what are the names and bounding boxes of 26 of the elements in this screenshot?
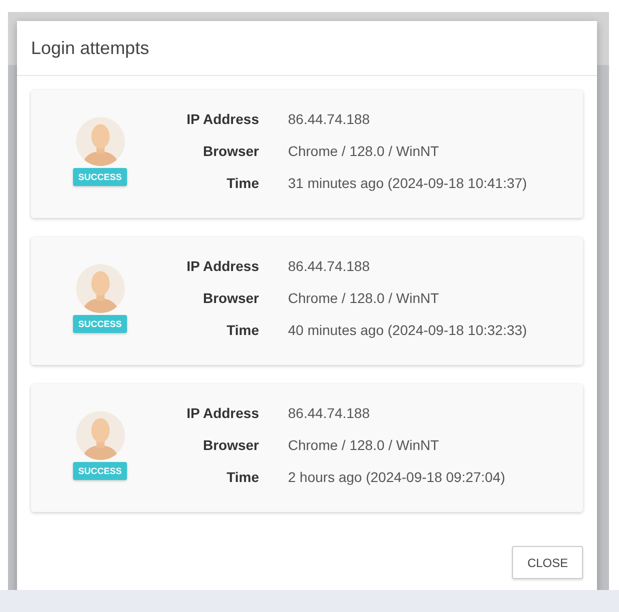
- status-badge: SUCCESS: [73, 168, 127, 186]
- field-value: Chrome / 128.0 / WinNT: [288, 143, 440, 159]
- field-label: IP Address: [186, 405, 259, 421]
- close-button[interactable]: CLOSE: [512, 546, 583, 579]
- field-value: 2 hours ago (2024-09-18 09:27:04): [288, 469, 506, 485]
- avatar-icon: [76, 410, 124, 460]
- avatar-icon: [76, 116, 124, 166]
- status-badge: SUCCESS: [73, 462, 127, 480]
- status-badge: SUCCESS: [73, 314, 127, 332]
- field-value: 86.44.74.188: [288, 405, 371, 421]
- field-value: 40 minutes ago (2024-09-18 10:32:33): [288, 322, 527, 338]
- field-value: 86.44.74.188: [288, 111, 371, 127]
- field-value: Chrome / 128.0 / WinNT: [288, 437, 440, 453]
- field-value: 31 minutes ago (2024-09-18 10:41:37): [288, 175, 527, 191]
- field-label: Browser: [202, 143, 259, 159]
- field-label: IP Address: [186, 258, 259, 274]
- dialog-title: Login attempts: [31, 38, 150, 58]
- field-value: 86.44.74.188: [288, 258, 371, 274]
- field-label: Time: [226, 469, 259, 485]
- field-label: Browser: [202, 437, 259, 453]
- field-label: Browser: [202, 290, 259, 306]
- field-label: IP Address: [186, 111, 259, 127]
- avatar-icon: [76, 264, 124, 312]
- field-value: Chrome / 128.0 / WinNT: [288, 290, 440, 306]
- field-label: Time: [226, 175, 259, 191]
- field-label: Time: [226, 322, 259, 338]
